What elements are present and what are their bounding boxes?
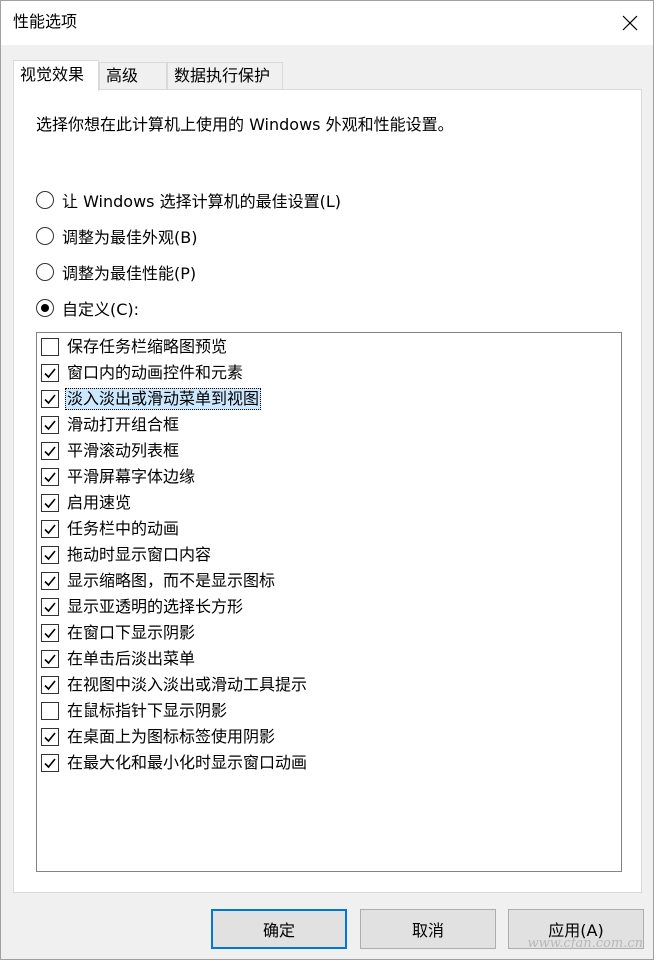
effect-label: 滑动打开组合框 [67, 415, 180, 434]
effect-list-item[interactable]: 显示亚透明的选择长方形 [41, 595, 245, 619]
radio-label: 调整为最佳性能(P) [62, 264, 197, 283]
radio-best-performance[interactable]: 调整为最佳性能(P) [36, 260, 196, 284]
effect-label: 在单击后淡出菜单 [67, 649, 196, 668]
effect-checkbox[interactable] [41, 390, 59, 408]
effect-list-item[interactable]: 拖动时显示窗口内容 [41, 543, 213, 567]
checkmark-icon [44, 576, 56, 587]
checkmark-icon [44, 472, 56, 483]
effect-label: 平滑滚动列表框 [67, 441, 180, 460]
checkmark-icon [44, 368, 56, 379]
title-bar: 性能选项 [1, 1, 653, 45]
effect-checkbox[interactable] [41, 728, 59, 746]
checkmark-icon [44, 394, 56, 405]
radio-best-appearance[interactable]: 调整为最佳外观(B) [36, 224, 197, 248]
checkmark-icon [44, 732, 56, 743]
effect-checkbox[interactable] [41, 338, 59, 356]
effect-list-item[interactable]: 显示缩略图，而不是显示图标 [41, 569, 277, 593]
radio-label: 调整为最佳外观(B) [62, 228, 198, 247]
effect-label: 任务栏中的动画 [67, 519, 180, 538]
effect-label: 在窗口下显示阴影 [67, 623, 196, 642]
effects-checkbox-list[interactable]: 保存任务栏缩略图预览 窗口内的动画控件和元素 淡入淡出或滑动菜单到视图 滑动打开组合框… [36, 332, 622, 872]
tab-label: 视觉效果 [20, 65, 85, 84]
effect-checkbox[interactable] [41, 520, 59, 538]
effect-label: 启用速览 [67, 493, 132, 512]
watermark-text: www.cfan.com.cn [527, 936, 643, 951]
checkmark-icon [44, 446, 56, 457]
tab-advanced[interactable]: 高级 [99, 62, 167, 89]
cancel-button[interactable]: 取消 [360, 909, 496, 949]
effect-list-item[interactable]: 任务栏中的动画 [41, 517, 181, 541]
tab-label: 数据执行保护 [174, 66, 271, 85]
checkmark-icon [44, 602, 56, 613]
effect-checkbox[interactable] [41, 442, 59, 460]
effect-checkbox[interactable] [41, 572, 59, 590]
effect-label: 平滑屏幕字体边缘 [67, 467, 196, 486]
effect-checkbox[interactable] [41, 598, 59, 616]
effect-checkbox[interactable] [41, 364, 59, 382]
effect-list-item[interactable]: 平滑屏幕字体边缘 [41, 465, 197, 489]
radio-button[interactable] [36, 263, 54, 281]
checkmark-icon [44, 628, 56, 639]
effect-list-item[interactable]: 在鼠标指针下显示阴影 [41, 699, 229, 723]
effect-list-item[interactable]: 滑动打开组合框 [41, 413, 181, 437]
effect-label: 拖动时显示窗口内容 [67, 545, 212, 564]
checkmark-icon [44, 550, 56, 561]
radio-label: 让 Windows 选择计算机的最佳设置(L) [62, 192, 341, 211]
checkmark-icon [44, 498, 56, 509]
effect-checkbox[interactable] [41, 546, 59, 564]
close-icon [622, 15, 638, 31]
effect-list-item[interactable]: 平滑滚动列表框 [41, 439, 181, 463]
radio-let-windows-choose[interactable]: 让 Windows 选择计算机的最佳设置(L) [36, 188, 341, 212]
effect-list-item[interactable]: 淡入淡出或滑动菜单到视图 [41, 387, 262, 411]
effect-checkbox[interactable] [41, 468, 59, 486]
effect-label: 显示缩略图，而不是显示图标 [67, 571, 276, 590]
effect-checkbox[interactable] [41, 650, 59, 668]
checkmark-icon [44, 680, 56, 691]
effect-list-item[interactable]: 在窗口下显示阴影 [41, 621, 197, 645]
effect-list-item[interactable]: 在单击后淡出菜单 [41, 647, 197, 671]
ok-button[interactable]: 确定 [211, 909, 347, 949]
radio-label: 自定义(C): [62, 300, 140, 319]
effect-label: 在桌面上为图标标签使用阴影 [67, 727, 276, 746]
tab-label: 高级 [106, 66, 139, 85]
effect-label: 在鼠标指针下显示阴影 [67, 701, 228, 720]
effect-list-item[interactable]: 窗口内的动画控件和元素 [41, 361, 245, 385]
effect-checkbox[interactable] [41, 676, 59, 694]
effect-checkbox[interactable] [41, 754, 59, 772]
effect-list-item[interactable]: 在桌面上为图标标签使用阴影 [41, 725, 277, 749]
visual-effects-panel: 选择你想在此计算机上使用的 Windows 外观和性能设置。 让 Windows… [13, 89, 642, 893]
effect-checkbox[interactable] [41, 624, 59, 642]
effect-list-item[interactable]: 在最大化和最小化时显示窗口动画 [41, 751, 309, 775]
panel-description: 选择你想在此计算机上使用的 Windows 外观和性能设置。 [36, 115, 454, 134]
checkmark-icon [44, 524, 56, 535]
effect-label: 淡入淡出或滑动菜单到视图 [65, 388, 262, 410]
tab-data-execution-prevention[interactable]: 数据执行保护 [167, 62, 283, 89]
effect-label: 窗口内的动画控件和元素 [67, 363, 244, 382]
tab-visual-effects[interactable]: 视觉效果 [13, 60, 99, 91]
effect-label: 在最大化和最小化时显示窗口动画 [67, 753, 308, 772]
radio-button[interactable] [36, 299, 54, 317]
performance-options-dialog: 性能选项 视觉效果 高级 数据执行保护 选择你想在此计算机上使用的 Window… [0, 0, 654, 960]
radio-custom[interactable]: 自定义(C): [36, 296, 139, 320]
window-title: 性能选项 [13, 12, 78, 31]
effect-label: 显示亚透明的选择长方形 [67, 597, 244, 616]
effect-list-item[interactable]: 启用速览 [41, 491, 133, 515]
checkmark-icon [44, 654, 56, 665]
effect-checkbox[interactable] [41, 702, 59, 720]
radio-button[interactable] [36, 191, 54, 209]
effect-checkbox[interactable] [41, 416, 59, 434]
radio-button[interactable] [36, 227, 54, 245]
effect-list-item[interactable]: 保存任务栏缩略图预览 [41, 335, 229, 359]
effect-label: 保存任务栏缩略图预览 [67, 337, 228, 356]
close-button[interactable] [607, 1, 653, 45]
checkmark-icon [44, 758, 56, 769]
effect-label: 在视图中淡入淡出或滑动工具提示 [67, 675, 308, 694]
checkmark-icon [44, 420, 56, 431]
effect-checkbox[interactable] [41, 494, 59, 512]
effect-list-item[interactable]: 在视图中淡入淡出或滑动工具提示 [41, 673, 309, 697]
